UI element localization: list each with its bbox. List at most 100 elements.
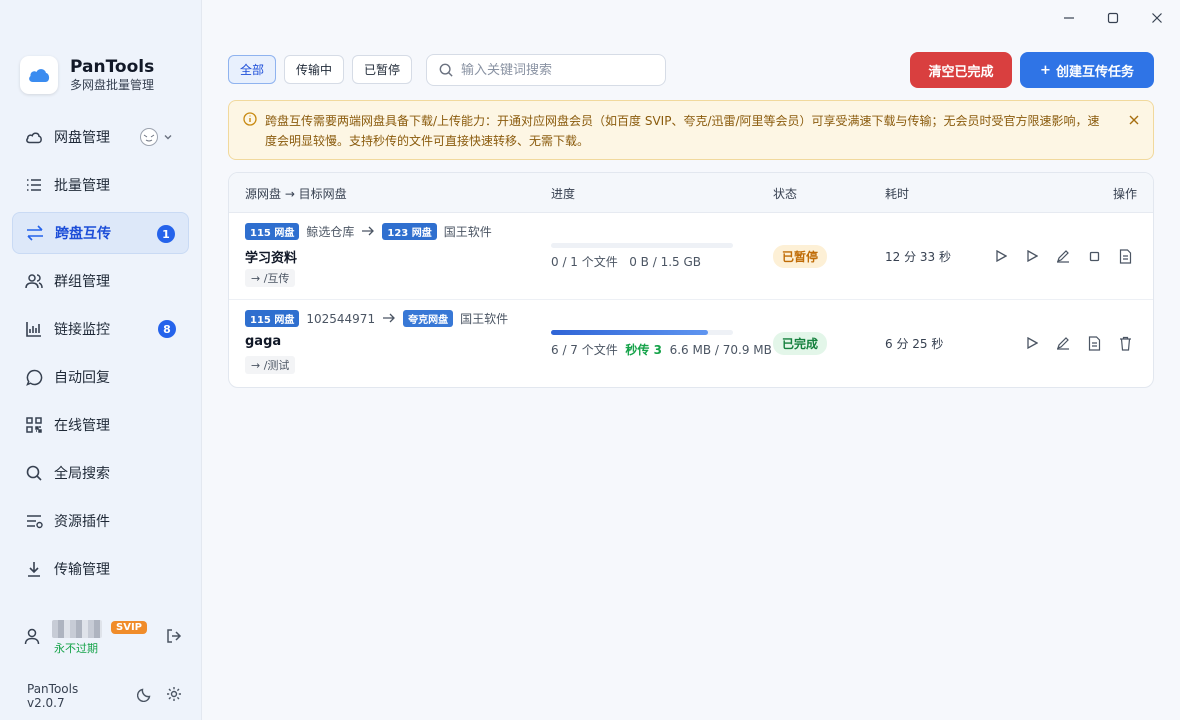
transfer-table: 源网盘 → 目标网盘 进度 状态 耗时 操作 115 网盘 鲸选仓库 123 网… (228, 172, 1154, 388)
app-name: PanTools (70, 57, 155, 77)
sidebar-item-label: 群组管理 (54, 274, 110, 290)
sidebar-item-monitor[interactable]: 链接监控 8 (12, 308, 189, 350)
search-icon (25, 464, 43, 482)
column-ops: 操作 (1112, 187, 1137, 201)
gear-icon[interactable] (166, 686, 182, 706)
target-drive-name: 国王软件 (443, 225, 492, 239)
cloud-icon (25, 128, 43, 146)
chevron-down-icon (164, 135, 172, 140)
minimize-icon[interactable] (1058, 8, 1080, 28)
source-drive-tag: 115 网盘 (245, 310, 300, 327)
column-progress: 进度 (551, 187, 576, 201)
progress-text: 0 / 1 个文件 0 B / 1.5 GB (551, 253, 701, 270)
create-transfer-label: 创建互传任务 (1055, 64, 1134, 80)
target-drive-name: 国王软件 (460, 312, 509, 326)
file-count: 6 / 7 个文件 (551, 343, 618, 357)
sidebar-item-online[interactable]: 在线管理 (12, 404, 189, 446)
log-icon[interactable] (1117, 248, 1133, 264)
source-drive-name: 鲸选仓库 (306, 225, 355, 239)
status-badge: 已暂停 (773, 245, 828, 268)
sidebar-item-label: 批量管理 (54, 178, 110, 194)
source-drive-tag: 115 网盘 (245, 223, 300, 240)
main-content: 全部 传输中 已暂停 清空已完成 + 创建互传任务 跨盘互传需要两端网盘具备下载… (202, 0, 1180, 720)
route: 115 网盘 鲸选仓库 123 网盘 国王软件 (245, 223, 500, 240)
start-icon[interactable] (1024, 335, 1040, 351)
sidebar-item-downloads[interactable]: 传输管理 (12, 548, 189, 590)
status-badge: 已完成 (773, 332, 828, 355)
plus-icon: + (1040, 62, 1051, 78)
sidebar-item-autoreply[interactable]: 自动回复 (12, 356, 189, 398)
task-name: gaga (245, 334, 282, 349)
elapsed-time: 6 分 25 秒 (885, 337, 944, 351)
file-count: 0 / 1 个文件 (551, 255, 618, 269)
start-icon[interactable] (993, 248, 1009, 264)
edit-icon[interactable] (1055, 248, 1071, 264)
app-logo (20, 56, 58, 94)
sidebar-item-plugins[interactable]: 资源插件 (12, 500, 189, 542)
sidebar: PanTools 多网盘批量管理 网盘管理 批量管理 跨盘互传 1 群组管理 链… (0, 0, 202, 720)
delete-icon[interactable] (1117, 335, 1133, 351)
logout-icon[interactable] (166, 628, 182, 648)
sidebar-item-label: 自动回复 (54, 370, 110, 386)
target-drive-tag: 123 网盘 (382, 223, 437, 240)
column-route: 源网盘 → 目标网盘 (245, 187, 347, 201)
sidebar-item-search[interactable]: 全局搜索 (12, 452, 189, 494)
elapsed-time: 12 分 33 秒 (885, 250, 951, 264)
window-controls (1058, 8, 1168, 28)
count-badge: 1 (157, 225, 175, 243)
source-drive-name: 102544971 (306, 311, 376, 326)
log-icon[interactable] (1086, 335, 1102, 351)
filter-paused[interactable]: 已暂停 (352, 55, 413, 84)
close-icon[interactable] (1146, 8, 1168, 28)
list-icon (25, 176, 43, 194)
info-icon (243, 112, 257, 130)
create-transfer-button[interactable]: + 创建互传任务 (1020, 52, 1154, 88)
stop-icon[interactable] (1086, 248, 1102, 264)
search-input[interactable] (461, 62, 651, 78)
sidebar-item-label: 在线管理 (54, 418, 110, 434)
sidebar-item-label: 传输管理 (54, 562, 110, 578)
transfer-size: 6.6 MB / 70.9 MB (669, 343, 772, 357)
table-row[interactable]: 115 网盘 102544971 夸克网盘 国王软件 gaga → /测试 6 … (229, 300, 1153, 387)
chat-icon (25, 368, 43, 386)
user-panel: SVIP 永不过期 (24, 620, 190, 660)
user-icon (24, 628, 40, 649)
status-filter: 全部 传输中 已暂停 (228, 55, 413, 84)
sidebar-item-label: 跨盘互传 (55, 226, 111, 242)
transfer-icon (26, 224, 44, 242)
filter-transferring[interactable]: 传输中 (284, 55, 345, 84)
table-row[interactable]: 115 网盘 鲸选仓库 123 网盘 国王软件 学习资料 → /互传 0 / 1… (229, 213, 1153, 300)
progress-bar (551, 330, 733, 335)
sidebar-item-label: 资源插件 (54, 514, 110, 530)
account-switcher[interactable] (139, 127, 173, 147)
sidebar-item-batch[interactable]: 批量管理 (12, 164, 189, 206)
sidebar-item-groups[interactable]: 群组管理 (12, 260, 189, 302)
resume-icon[interactable] (1024, 248, 1040, 264)
sidebar-item-transfer[interactable]: 跨盘互传 1 (12, 212, 189, 254)
sidebar-item-cloud[interactable]: 网盘管理 (12, 116, 189, 158)
plugin-icon (25, 512, 43, 530)
column-elapsed: 耗时 (885, 187, 910, 201)
membership-expiry: 永不过期 (54, 642, 98, 655)
app-version: PanTools v2.0.7 (27, 682, 79, 710)
chart-icon (25, 320, 43, 338)
edit-icon[interactable] (1055, 335, 1071, 351)
arrow-right-icon (362, 225, 375, 239)
progress-bar (551, 243, 733, 248)
clear-completed-button[interactable]: 清空已完成 (910, 52, 1012, 88)
search-icon (439, 63, 453, 77)
download-icon (25, 560, 43, 578)
maximize-icon[interactable] (1102, 8, 1124, 28)
sidebar-item-label: 链接监控 (54, 322, 110, 338)
count-badge: 8 (158, 320, 176, 338)
footer: PanTools v2.0.7 (27, 682, 182, 710)
search-box (426, 54, 666, 86)
notice-text: 跨盘互传需要两端网盘具备下载/上传能力：开通对应网盘会员（如百度 SVIP、夸克… (265, 114, 1100, 148)
progress-fill (551, 330, 708, 335)
filter-all[interactable]: 全部 (228, 55, 277, 84)
notice-close-icon[interactable] (1129, 113, 1139, 129)
row-actions (993, 248, 1133, 264)
route: 115 网盘 102544971 夸克网盘 国王软件 (245, 310, 516, 327)
moon-icon[interactable] (136, 687, 152, 706)
brand: PanTools 多网盘批量管理 (20, 56, 154, 94)
